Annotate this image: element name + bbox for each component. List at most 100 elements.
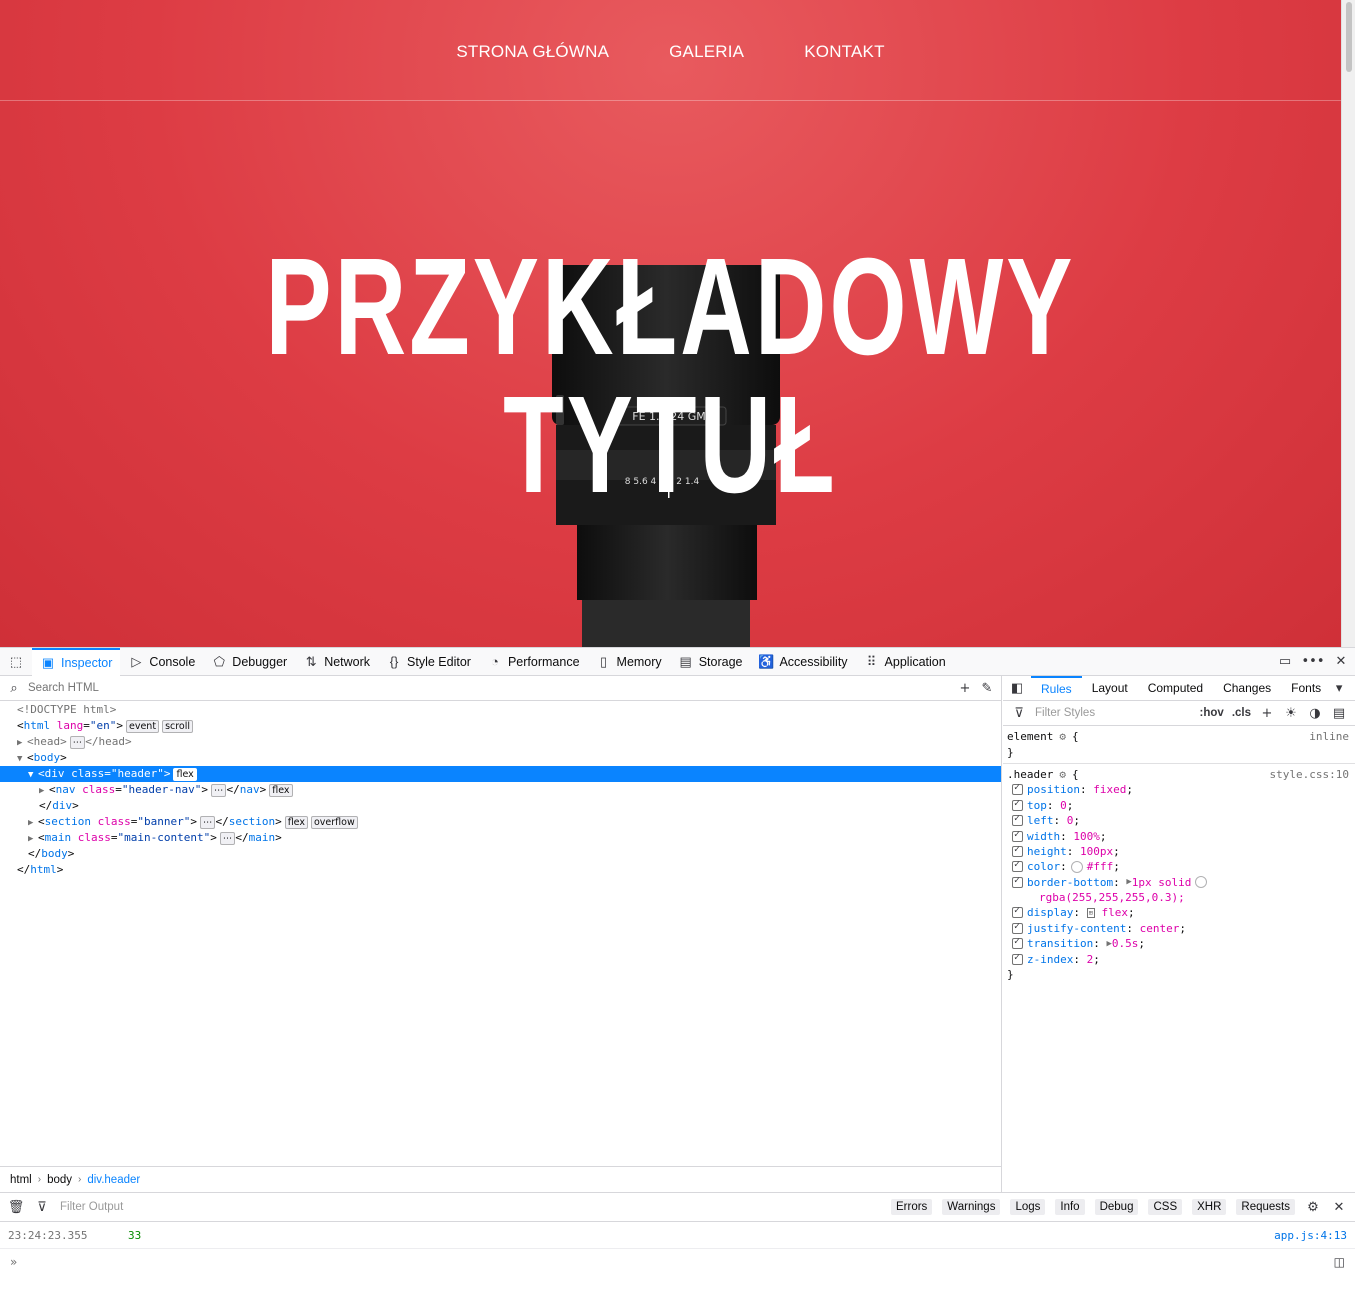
flex-badge[interactable]: flex [284, 816, 308, 829]
filter-css[interactable]: CSS [1148, 1199, 1183, 1215]
declaration[interactable]: color:#fff; [1007, 859, 1351, 874]
rule-source-link[interactable]: style.css:10 [1270, 768, 1349, 781]
light-scheme-icon[interactable]: ☀ [1283, 705, 1299, 721]
declaration-checkbox[interactable] [1012, 782, 1023, 796]
tab-application[interactable]: ⠿ Application [856, 648, 954, 676]
tab-rules[interactable]: Rules [1031, 675, 1082, 701]
gear-icon[interactable]: ⚙ [1059, 768, 1066, 781]
declaration[interactable]: top: 0; [1007, 798, 1351, 813]
scrollbar-thumb[interactable] [1346, 2, 1352, 72]
expand-arrow-icon[interactable]: ▶ [17, 735, 27, 751]
markup-line[interactable]: ▶ <section class="banner"> ⋯ </section> flex… [0, 814, 1001, 830]
declaration-checkbox[interactable] [1012, 905, 1023, 919]
tab-style-editor[interactable]: {} Style Editor [378, 648, 479, 676]
gear-icon[interactable]: ⚙ [1305, 1199, 1321, 1215]
filter-warnings[interactable]: Warnings [942, 1199, 1001, 1215]
element-picker-button[interactable]: ⬚ [0, 648, 32, 676]
declaration[interactable]: justify-content: center; [1007, 921, 1351, 936]
editor-mode-icon[interactable]: ◫ [1334, 1255, 1345, 1269]
collapsed-badge[interactable]: ⋯ [219, 832, 236, 845]
close-icon[interactable]: ✕ [1333, 654, 1349, 670]
declaration-checkbox[interactable] [1012, 844, 1023, 857]
trash-icon[interactable]: 🗑 [8, 1199, 25, 1215]
toggle-pane-icon[interactable]: ◧ [1009, 680, 1025, 696]
tab-inspector[interactable]: ▣ Inspector [32, 647, 121, 676]
nav-link-contact[interactable]: KONTAKT [804, 42, 884, 100]
more-options-icon[interactable]: ••• [1302, 654, 1325, 670]
cls-button[interactable]: .cls [1232, 707, 1251, 719]
dark-scheme-icon[interactable]: ◑ [1307, 705, 1323, 721]
tab-network[interactable]: ⇅ Network [295, 648, 378, 676]
filter-output-input[interactable]: Filter Output [60, 1201, 881, 1213]
filter-errors[interactable]: Errors [890, 1199, 933, 1215]
declaration[interactable]: height: 100px; [1007, 844, 1351, 859]
declaration[interactable]: z-index: 2; [1007, 951, 1351, 966]
expand-arrow-icon[interactable]: ▶ [28, 831, 38, 847]
print-media-icon[interactable]: ▤ [1331, 705, 1347, 721]
filter-requests[interactable]: Requests [1236, 1199, 1295, 1215]
declaration-checkbox[interactable] [1012, 798, 1023, 811]
filter-debug[interactable]: Debug [1094, 1199, 1139, 1215]
markup-line-selected[interactable]: ▼ <div class="header"> flex [0, 766, 1001, 782]
markup-line[interactable]: <!DOCTYPE html> [0, 702, 1001, 718]
flex-badge[interactable]: flex [269, 784, 293, 797]
markup-line[interactable]: ▶ <main class="main-content"> ⋯ </main> [0, 830, 1001, 846]
tab-computed[interactable]: Computed [1138, 676, 1213, 701]
gear-icon[interactable]: ⚙ [1059, 730, 1066, 743]
nav-link-home[interactable]: STRONA GŁÓWNA [456, 42, 609, 100]
filter-info[interactable]: Info [1055, 1199, 1085, 1215]
event-badge[interactable]: event [126, 720, 160, 733]
markup-line[interactable]: </div> [0, 798, 1001, 814]
collapse-arrow-icon[interactable]: ▼ [28, 767, 38, 783]
declaration-checkbox[interactable] [1012, 813, 1023, 827]
declaration-checkbox[interactable] [1012, 859, 1023, 873]
hov-button[interactable]: :hov [1200, 707, 1224, 719]
tab-memory[interactable]: ▯ Memory [588, 648, 670, 676]
flexbox-highlighter-icon[interactable]: ⊞ [1086, 907, 1095, 918]
collapse-arrow-icon[interactable]: ▼ [17, 751, 27, 767]
eyedropper-icon[interactable]: ✎ [979, 680, 995, 696]
tab-console[interactable]: ▷ Console [120, 648, 203, 676]
collapsed-badge[interactable]: ⋯ [69, 736, 86, 749]
breadcrumb-item[interactable]: body [47, 1174, 72, 1186]
close-icon[interactable]: ✕ [1331, 1199, 1347, 1215]
collapsed-badge[interactable]: ⋯ [199, 816, 216, 829]
declaration[interactable]: left: 0; [1007, 813, 1351, 828]
collapsed-badge[interactable]: ⋯ [210, 784, 227, 797]
markup-line[interactable]: ▶ <head> ⋯ </head> [0, 734, 1001, 750]
console-input[interactable]: » ◫ [0, 1249, 1355, 1275]
markup-line[interactable]: </body> [0, 846, 1001, 862]
tab-storage[interactable]: ▤ Storage [670, 648, 751, 676]
declaration[interactable]: position: fixed; [1007, 782, 1351, 797]
markup-line[interactable]: ▼ <body> [0, 750, 1001, 766]
add-node-icon[interactable]: + [957, 680, 973, 696]
color-swatch[interactable] [1195, 876, 1208, 889]
overflow-badge[interactable]: overflow [311, 816, 358, 829]
markup-line[interactable]: <html lang="en"> event scroll [0, 718, 1001, 734]
markup-line[interactable]: </html> [0, 862, 1001, 878]
dock-side-icon[interactable]: ▭ [1277, 654, 1293, 670]
declaration[interactable]: transition: ▶0.5s; [1007, 936, 1351, 951]
markup-line[interactable]: ▶ <nav class="header-nav"> ⋯ </nav> flex [0, 782, 1001, 798]
declaration[interactable]: border-bottom: ▶1px solid [1007, 875, 1351, 890]
chevron-down-icon[interactable]: ▾ [1331, 680, 1347, 696]
expand-arrow-icon[interactable]: ▶ [39, 783, 49, 799]
tab-fonts[interactable]: Fonts [1281, 676, 1331, 701]
add-rule-icon[interactable]: + [1259, 705, 1275, 721]
breadcrumb-item-current[interactable]: div.header [87, 1174, 140, 1186]
tab-performance[interactable]: ◔ Performance [479, 648, 588, 676]
filter-logs[interactable]: Logs [1010, 1199, 1046, 1215]
scroll-badge[interactable]: scroll [162, 720, 194, 733]
declaration-checkbox[interactable] [1012, 936, 1023, 950]
search-html-input[interactable] [28, 682, 951, 694]
flex-badge[interactable]: flex [173, 768, 197, 781]
declaration-checkbox[interactable] [1012, 875, 1023, 888]
declaration-checkbox[interactable] [1012, 921, 1023, 934]
tab-layout[interactable]: Layout [1082, 676, 1138, 701]
tab-accessibility[interactable]: ♿ Accessibility [750, 648, 855, 676]
filter-styles-input[interactable]: Filter Styles [1035, 707, 1192, 719]
page-scrollbar[interactable] [1341, 0, 1355, 647]
declaration[interactable]: display: ⊞ flex; [1007, 905, 1351, 920]
filter-xhr[interactable]: XHR [1192, 1199, 1227, 1215]
declaration-checkbox[interactable] [1012, 952, 1023, 965]
